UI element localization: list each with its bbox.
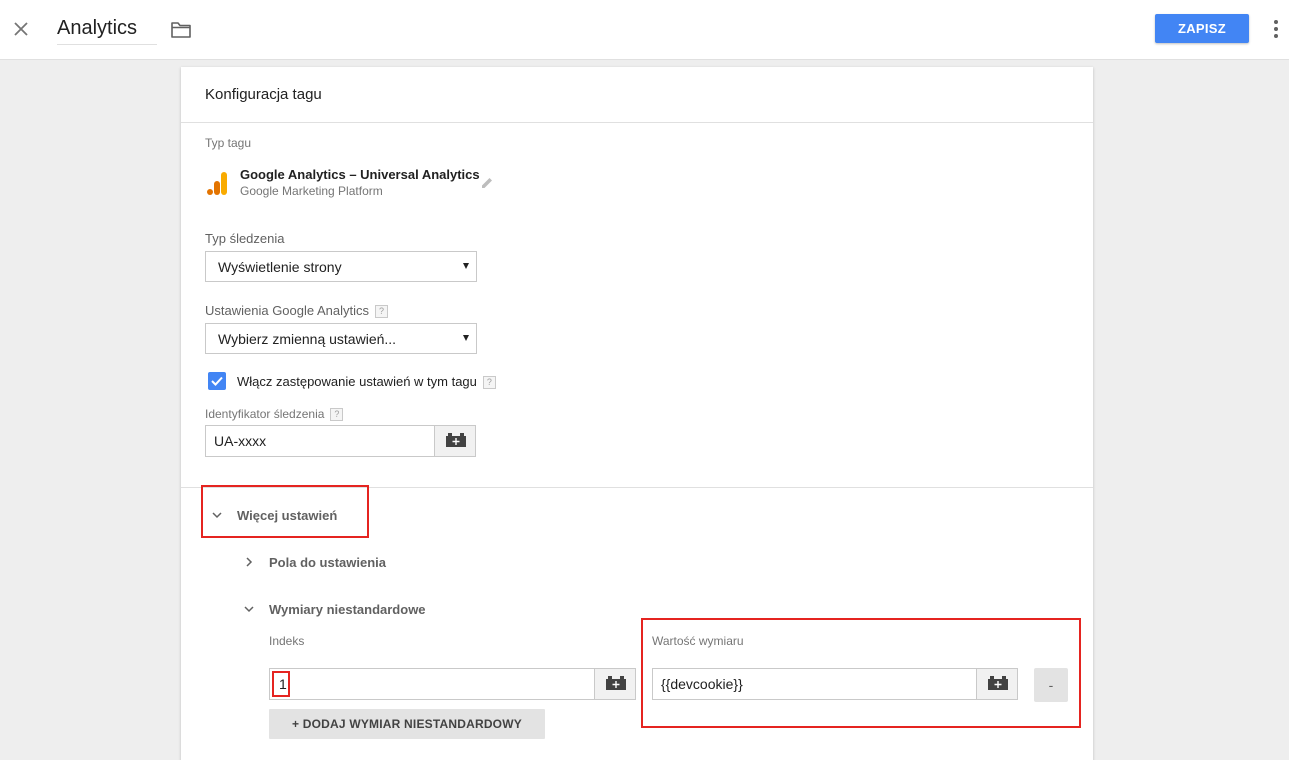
- tag-configuration-card: Konfiguracja tagu Typ tagu Google Analyt…: [181, 67, 1093, 760]
- remove-dimension-button[interactable]: -: [1034, 668, 1068, 702]
- dropdown-caret-icon: [463, 263, 469, 269]
- tracking-type-select[interactable]: Wyświetlenie strony: [205, 251, 477, 282]
- index-variable-button[interactable]: [594, 668, 636, 700]
- top-bar: Analytics ZAPISZ: [0, 0, 1289, 60]
- dimension-value-label: Wartość wymiaru: [652, 634, 744, 648]
- index-input[interactable]: 1: [269, 668, 595, 700]
- close-icon[interactable]: [10, 18, 32, 40]
- save-button[interactable]: ZAPISZ: [1155, 14, 1249, 43]
- fields-to-set-toggle[interactable]: Pola do ustawienia: [269, 555, 386, 570]
- chevron-down-icon[interactable]: [243, 602, 255, 614]
- chevron-right-icon[interactable]: [243, 555, 255, 567]
- ga-settings-value: Wybierz zmienną ustawień...: [218, 331, 397, 347]
- more-settings-toggle[interactable]: Więcej ustawień: [237, 508, 337, 523]
- tracking-type-label: Typ śledzenia: [205, 231, 285, 246]
- custom-dimensions-toggle[interactable]: Wymiary niestandardowe: [269, 602, 426, 617]
- edit-pencil-icon[interactable]: [479, 175, 495, 191]
- ga-settings-select[interactable]: Wybierz zmienną ustawień...: [205, 323, 477, 354]
- folder-icon[interactable]: [169, 19, 193, 41]
- tracking-type-value: Wyświetlenie strony: [218, 259, 342, 275]
- more-vert-icon[interactable]: [1268, 18, 1284, 40]
- add-variable-icon: [446, 433, 466, 447]
- help-icon[interactable]: ?: [375, 305, 389, 319]
- tracking-id-label: Identyfikator śledzenia: [205, 407, 325, 421]
- override-checkbox[interactable]: [208, 372, 226, 390]
- ga-settings-label-row: Ustawienia Google Analytics?: [205, 303, 389, 319]
- tag-title: Analytics: [57, 17, 138, 39]
- dimension-value-input[interactable]: {{devcookie}}: [652, 668, 978, 700]
- tag-type-label: Typ tagu: [205, 136, 252, 150]
- ga-settings-label: Ustawienia Google Analytics: [205, 303, 370, 318]
- dimension-value: {{devcookie}}: [661, 676, 743, 692]
- add-variable-icon: [988, 676, 1008, 690]
- check-icon: [211, 376, 223, 386]
- index-label: Indeks: [269, 634, 305, 648]
- tag-type-platform: Google Marketing Platform: [240, 184, 383, 198]
- dropdown-caret-icon: [463, 335, 469, 341]
- chevron-down-icon[interactable]: [211, 508, 223, 520]
- tracking-id-input[interactable]: UA-xxxx: [205, 425, 435, 457]
- help-icon[interactable]: ?: [330, 408, 344, 422]
- tracking-id-variable-button[interactable]: [434, 425, 476, 457]
- add-custom-dimension-button[interactable]: + DODAJ WYMIAR NIESTANDARDOWY: [269, 709, 545, 739]
- dimension-variable-button[interactable]: [976, 668, 1018, 700]
- highlight-box: [272, 671, 290, 697]
- card-title: Konfiguracja tagu: [181, 67, 1093, 123]
- override-label-row: Włącz zastępowanie ustawień w tym tagu?: [237, 374, 496, 390]
- tag-type-name: Google Analytics – Universal Analytics: [240, 167, 480, 182]
- tag-title-field[interactable]: Analytics: [57, 14, 157, 45]
- tracking-id-value: UA-xxxx: [214, 433, 267, 449]
- tracking-id-label-row: Identyfikator śledzenia?: [205, 407, 344, 422]
- google-analytics-logo-icon: [205, 170, 229, 196]
- help-icon[interactable]: ?: [482, 376, 496, 390]
- add-variable-icon: [606, 676, 626, 690]
- override-label: Włącz zastępowanie ustawień w tym tagu: [237, 374, 477, 389]
